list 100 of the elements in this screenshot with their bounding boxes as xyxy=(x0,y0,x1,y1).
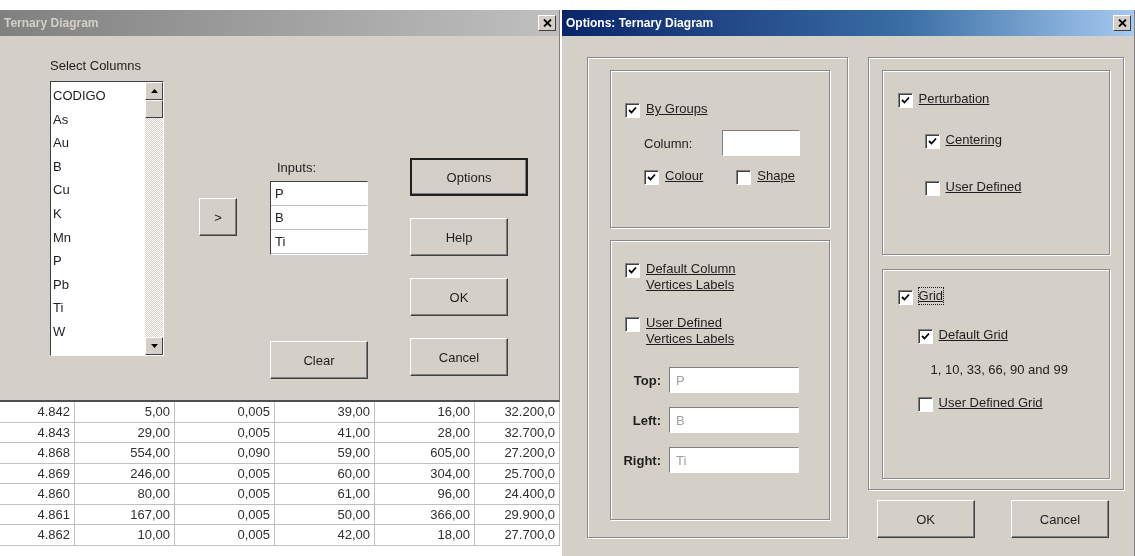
list-item[interactable]: Au xyxy=(53,131,145,155)
columns-list[interactable]: CODIGO As Au B Cu K Mn P Pb Ti W xyxy=(50,81,164,356)
table-cell: 0,005 xyxy=(175,484,275,505)
table-cell: 4.868 xyxy=(0,443,75,464)
table-cell: 0,005 xyxy=(175,504,275,525)
checkbox-label[interactable]: Colour xyxy=(665,168,704,184)
checkbox-label[interactable]: User Defined Grid xyxy=(938,395,1043,411)
dialog-button[interactable]: OK xyxy=(410,278,508,316)
vertex-label: Left: xyxy=(631,412,662,428)
column-field[interactable] xyxy=(722,130,800,156)
table-cell: 167,00 xyxy=(75,504,175,525)
table-cell: 4.869 xyxy=(0,463,75,484)
column-label: Column: xyxy=(644,135,694,151)
checkbox-label[interactable]: Shape xyxy=(757,168,795,184)
checkbox[interactable] xyxy=(917,329,933,344)
table-cell: 605,00 xyxy=(375,443,475,464)
list-item[interactable]: Mn xyxy=(53,225,145,250)
dialog-button[interactable]: OK xyxy=(876,500,975,538)
table-cell: 0,005 xyxy=(175,525,275,546)
table-cell: 29.900,0 xyxy=(475,504,560,525)
list-item[interactable]: CODIGO xyxy=(53,84,145,108)
vertex-label: Top: xyxy=(632,372,662,388)
checkbox[interactable] xyxy=(625,317,640,332)
select-columns-label: Select Columns xyxy=(50,58,143,73)
list-item[interactable]: P xyxy=(53,249,145,273)
table-cell: 304,00 xyxy=(375,463,475,484)
check-icon xyxy=(900,96,910,105)
input-item[interactable]: Ti xyxy=(271,230,367,254)
table-cell: 18,00 xyxy=(375,525,475,546)
checkbox[interactable] xyxy=(736,170,752,185)
list-item[interactable]: Pb xyxy=(53,272,145,297)
checkbox-label[interactable]: Grid xyxy=(918,288,944,304)
table-cell: 39,00 xyxy=(275,402,375,423)
checkbox[interactable] xyxy=(924,134,940,149)
checkbox-label[interactable]: Perturbation xyxy=(918,91,990,107)
dialog-button[interactable]: Help xyxy=(410,218,508,256)
checkbox-label[interactable]: Default Column Vertices Labels xyxy=(646,261,764,293)
window-title: Ternary Diagram xyxy=(4,16,99,30)
table-cell: 0,090 xyxy=(175,443,275,464)
clear-button[interactable]: Clear xyxy=(270,341,368,379)
checkbox-label[interactable]: By Groups xyxy=(646,101,708,117)
table-cell: 27.200,0 xyxy=(475,443,560,464)
table-cell: 29,00 xyxy=(75,422,175,443)
table-cell: 27.700,0 xyxy=(475,525,560,546)
table-cell: 0,005 xyxy=(175,402,275,423)
vertex-label: Right: xyxy=(622,452,662,468)
checkbox-label[interactable]: User Defined Vertices Labels xyxy=(646,315,764,347)
checkbox[interactable] xyxy=(897,93,913,108)
table-cell: 4.862 xyxy=(0,525,75,546)
dialog-button[interactable]: Options xyxy=(410,158,528,196)
table-cell: 96,00 xyxy=(375,484,475,505)
check-icon xyxy=(628,106,637,115)
checkbox-label[interactable]: Default Grid xyxy=(938,327,1008,343)
list-item[interactable]: W xyxy=(53,319,145,344)
list-item[interactable]: B xyxy=(53,154,145,179)
close-button[interactable] xyxy=(1113,15,1131,31)
grid-values-text: 1, 10, 33, 66, 90 and 99 xyxy=(930,362,1069,377)
scroll-thumb[interactable] xyxy=(145,100,163,118)
checkbox[interactable] xyxy=(644,170,659,185)
table-cell: 60,00 xyxy=(275,463,375,484)
checkbox[interactable] xyxy=(625,103,640,118)
list-item[interactable]: K xyxy=(53,201,145,226)
checkbox[interactable] xyxy=(917,397,933,412)
input-item[interactable]: B xyxy=(271,206,367,230)
dialog-button[interactable]: Cancel xyxy=(1011,500,1109,538)
inputs-list[interactable]: P B Ti xyxy=(270,181,368,255)
check-icon xyxy=(920,332,930,341)
table-cell: 366,00 xyxy=(375,504,475,525)
table-cell: 4.842 xyxy=(0,402,75,423)
check-icon xyxy=(927,137,937,146)
check-icon xyxy=(900,293,910,302)
checkbox-label[interactable]: Centering xyxy=(945,132,1002,148)
table-cell: 554,00 xyxy=(75,443,175,464)
list-item[interactable]: Ti xyxy=(53,296,145,320)
table-cell: 24.400,0 xyxy=(475,484,560,505)
list-item[interactable]: Cu xyxy=(53,178,145,202)
checkbox[interactable] xyxy=(924,181,940,196)
check-icon xyxy=(628,266,637,275)
table-cell: 25.700,0 xyxy=(475,463,560,484)
inputs-label: Inputs: xyxy=(277,160,318,175)
scrollbar[interactable] xyxy=(145,82,163,355)
table-cell: 246,00 xyxy=(75,463,175,484)
table-cell: 0,005 xyxy=(175,463,275,484)
table-cell: 42,00 xyxy=(275,525,375,546)
window-title: Options: Ternary Diagram xyxy=(566,16,714,30)
checkbox[interactable] xyxy=(897,290,913,305)
input-item[interactable]: P xyxy=(271,182,367,206)
table-cell: 5,00 xyxy=(75,402,175,423)
close-button[interactable] xyxy=(538,15,556,31)
scroll-down-icon xyxy=(150,344,158,348)
table-cell: 41,00 xyxy=(275,422,375,443)
table-cell: 4.843 xyxy=(0,422,75,443)
table-cell: 59,00 xyxy=(275,443,375,464)
table-cell: 80,00 xyxy=(75,484,175,505)
dialog-button[interactable]: Cancel xyxy=(410,338,508,376)
list-item[interactable]: As xyxy=(53,107,145,132)
checkbox[interactable] xyxy=(625,263,640,278)
check-icon xyxy=(647,173,656,182)
checkbox-label[interactable]: User Defined xyxy=(945,179,1022,195)
add-button[interactable]: > xyxy=(199,198,237,236)
